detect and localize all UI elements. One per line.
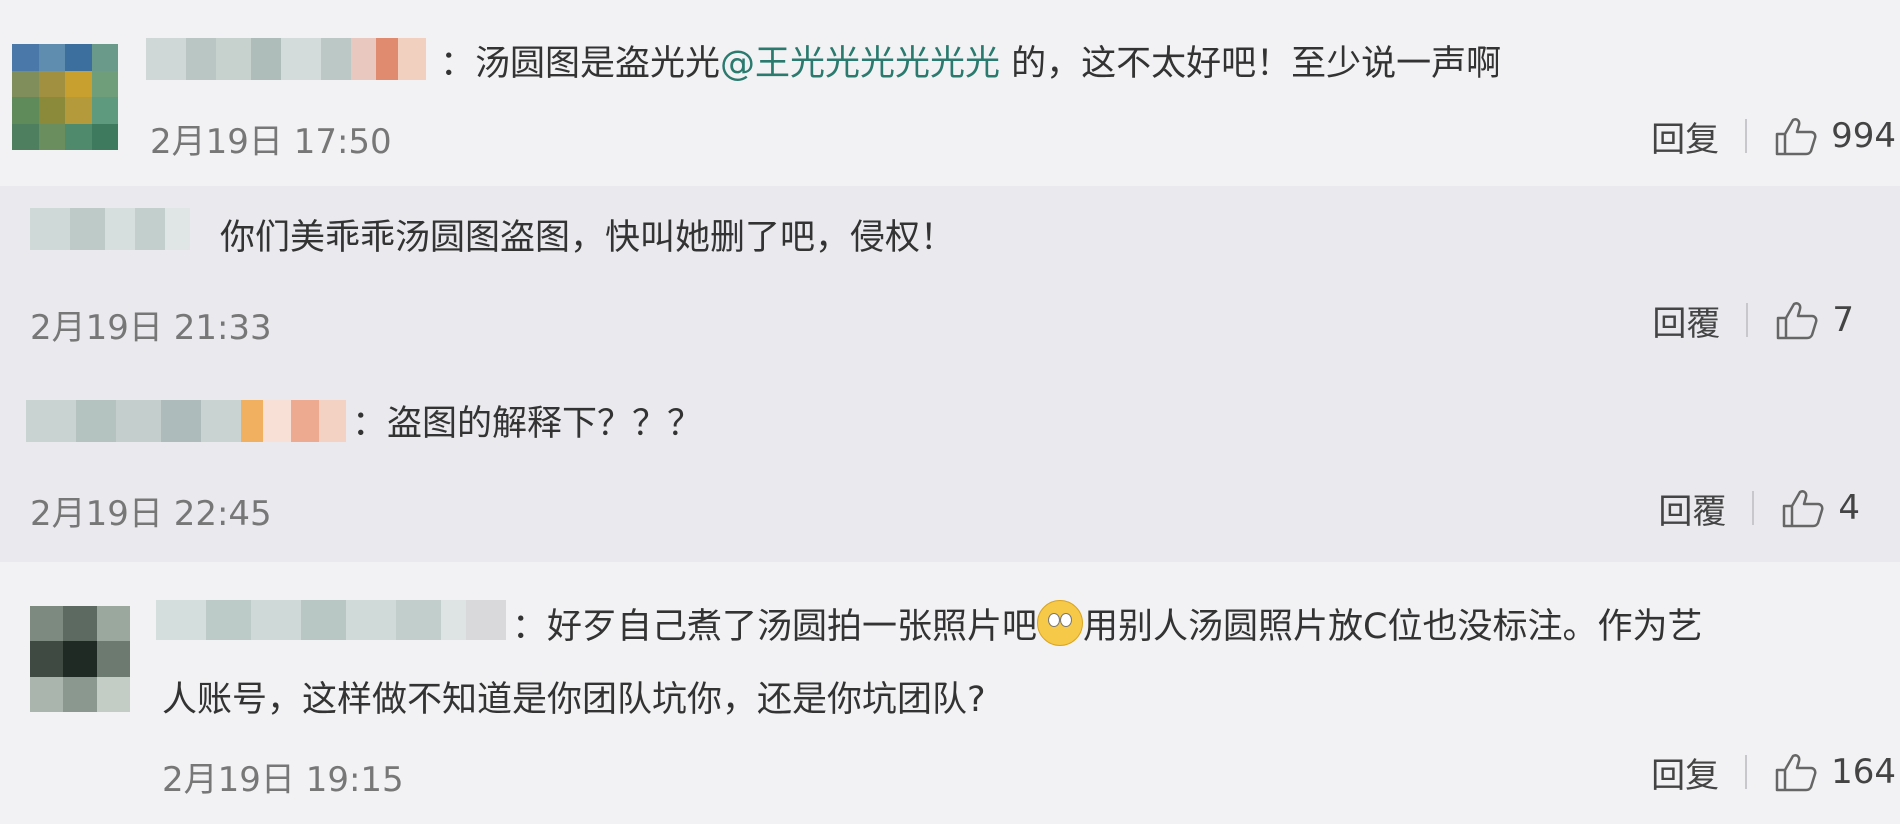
comment-item: ：汤圆图是盗光光@王光光光光光光 的，这不太好吧！至少说一声啊 2月19日 17…: [0, 0, 1900, 186]
comment-text: 你们美乖乖汤圆图盗图，快叫她删了吧，侵权！: [220, 218, 956, 258]
thumbs-up-icon[interactable]: [1774, 300, 1818, 340]
comment-text-part2: 用别人汤圆照片放C位也没标注。作为艺: [1083, 607, 1703, 647]
divider: [1752, 491, 1755, 525]
avatar[interactable]: [30, 606, 130, 712]
eye-roll-emoji-icon: [1037, 600, 1084, 646]
thumbs-up-icon[interactable]: [1773, 116, 1817, 156]
comment-timestamp: 2月19日 17:50: [150, 122, 392, 162]
like-count: 7: [1832, 300, 1854, 340]
thumbs-up-icon[interactable]: [1780, 488, 1824, 528]
comment-text: ：汤圆图是盗光光@王光光光光光光 的，这不太好吧！至少说一声啊: [440, 42, 1501, 86]
comment-timestamp: 2月19日 19:15: [162, 760, 404, 800]
reply-list: 你们美乖乖汤圆图盗图，快叫她删了吧，侵权！ 2月19日 21:33 回覆 7 ：…: [0, 186, 1900, 562]
like-count: 164: [1831, 752, 1896, 792]
comment-text-suffix: 的，这不太好吧！至少说一声啊: [1000, 44, 1502, 84]
comment-text-part1: ：好歹自己煮了汤圆拍一张照片吧: [512, 607, 1038, 647]
user-mention-link[interactable]: @王光光光光光光: [720, 44, 1000, 84]
comment-text-line2: 人账号，这样做不知道是你团队坑你，还是你坑团队?: [162, 680, 986, 720]
blurred-username[interactable]: [26, 400, 346, 442]
divider: [1745, 755, 1748, 789]
blurred-username[interactable]: [30, 208, 190, 250]
thumbs-up-icon[interactable]: [1773, 752, 1817, 792]
comment-actions: 回覆 7: [1652, 296, 1854, 345]
comment-actions: 回复 164: [1651, 748, 1896, 797]
comment-actions: 回覆 4: [1658, 484, 1860, 533]
reply-button[interactable]: 回覆: [1652, 296, 1720, 345]
comment-timestamp: 2月19日 21:33: [30, 308, 272, 348]
comment-text: ：盗图的解释下？？？: [352, 404, 703, 444]
like-count: 994: [1831, 116, 1896, 156]
comment-timestamp: 2月19日 22:45: [30, 494, 272, 534]
comment-item: ：好歹自己煮了汤圆拍一张照片吧 用别人汤圆照片放C位也没标注。作为艺 人账号，这样…: [0, 562, 1900, 824]
comment-text-prefix: ：汤圆图是盗光光: [440, 44, 721, 84]
reply-button[interactable]: 回复: [1651, 748, 1719, 797]
reply-button[interactable]: 回覆: [1658, 484, 1726, 533]
comment-text: ：好歹自己煮了汤圆拍一张照片吧 用别人汤圆照片放C位也没标注。作为艺: [512, 600, 1702, 649]
like-count: 4: [1838, 488, 1860, 528]
avatar[interactable]: [12, 44, 118, 150]
blurred-username[interactable]: [156, 600, 506, 640]
divider: [1746, 303, 1749, 337]
reply-button[interactable]: 回复: [1651, 112, 1719, 161]
comment-actions: 回复 994: [1651, 112, 1896, 161]
divider: [1745, 119, 1748, 153]
blurred-username[interactable]: [146, 38, 426, 80]
